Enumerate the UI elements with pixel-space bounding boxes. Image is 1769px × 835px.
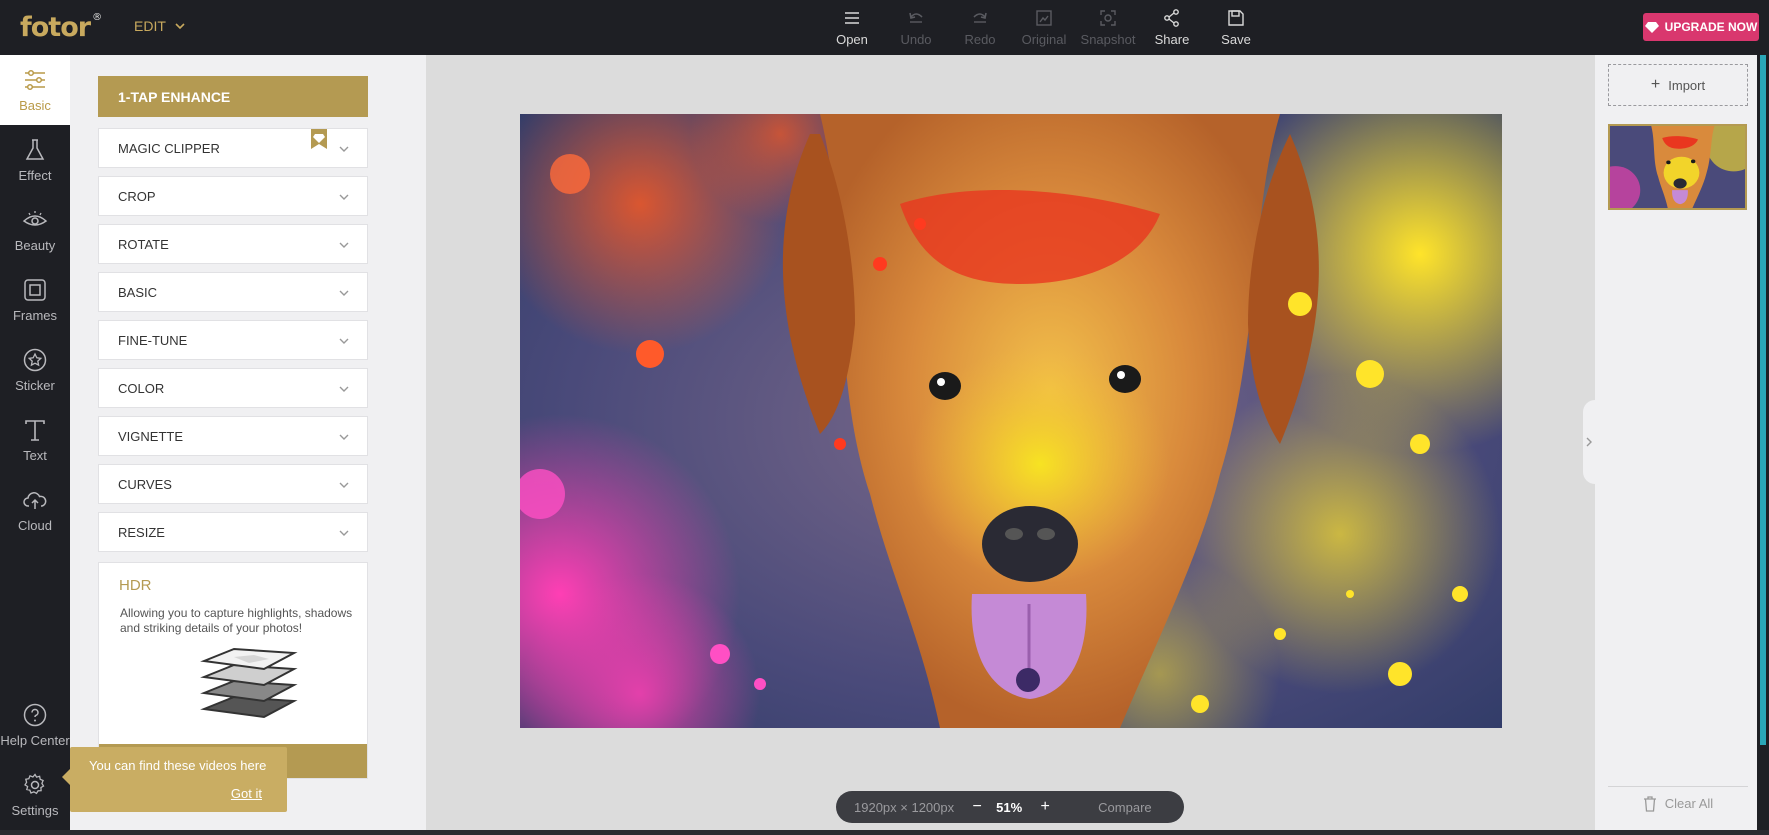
- help-videos-tooltip: You can find these videos here Got it: [62, 747, 287, 812]
- trash-icon: [1643, 795, 1656, 812]
- mode-label: EDIT: [134, 18, 166, 34]
- hdr-title: HDR: [119, 577, 152, 594]
- got-it-link[interactable]: Got it: [231, 786, 262, 801]
- open-button[interactable]: Open: [820, 8, 884, 47]
- compare-button[interactable]: Compare: [1098, 800, 1151, 815]
- section-curves[interactable]: CURVES: [98, 464, 368, 504]
- tooltip-text: You can find these videos here: [89, 758, 267, 773]
- chevron-down-icon: [339, 242, 349, 248]
- clear-all-button[interactable]: Clear All: [1608, 786, 1748, 820]
- save-button[interactable]: Save: [1204, 8, 1268, 47]
- chevron-down-icon: [175, 23, 185, 30]
- gear-icon: [24, 773, 45, 795]
- help-icon: [23, 703, 47, 727]
- photo-image: [520, 114, 1502, 728]
- chevron-down-icon: [339, 338, 349, 344]
- nav-cloud[interactable]: Cloud: [0, 475, 70, 545]
- fotor-logo[interactable]: fotor ®: [20, 12, 102, 43]
- section-fine-tune[interactable]: FINE-TUNE: [98, 320, 368, 360]
- snapshot-button[interactable]: Snapshot: [1076, 8, 1140, 47]
- zoom-in-button[interactable]: +: [1038, 798, 1052, 816]
- upgrade-now-button[interactable]: UPGRADE NOW: [1643, 13, 1759, 41]
- mode-menu[interactable]: EDIT: [134, 18, 186, 34]
- section-vignette[interactable]: VIGNETTE: [98, 416, 368, 456]
- undo-button[interactable]: Undo: [884, 8, 948, 47]
- thumbnail-image: [1610, 126, 1745, 208]
- nav-sticker[interactable]: Sticker: [0, 335, 70, 405]
- star-icon: [23, 348, 47, 372]
- nav-basic[interactable]: Basic: [0, 55, 70, 125]
- chevron-right-icon: [1586, 437, 1592, 447]
- chevron-down-icon: [339, 146, 349, 152]
- nav-settings[interactable]: Settings: [0, 760, 70, 830]
- nav-effect[interactable]: Effect: [0, 125, 70, 195]
- frame-icon: [24, 279, 46, 301]
- section-basic[interactable]: BASIC: [98, 272, 368, 312]
- section-magic-clipper[interactable]: MAGIC CLIPPER: [98, 128, 368, 168]
- image-thumbnail[interactable]: [1608, 124, 1747, 210]
- diamond-icon: [1644, 22, 1659, 33]
- flask-icon: [25, 139, 45, 160]
- section-color[interactable]: COLOR: [98, 368, 368, 408]
- menu-icon: [845, 12, 859, 24]
- zoom-out-button[interactable]: −: [970, 798, 984, 816]
- eye-icon: [22, 211, 48, 226]
- import-button[interactable]: + Import: [1608, 64, 1748, 106]
- image-dimensions: 1920px × 1200px: [854, 799, 955, 815]
- left-nav: Basic Effect Beauty Frames Sticker Text …: [0, 55, 70, 830]
- section-rotate[interactable]: ROTATE: [98, 224, 368, 264]
- basic-panel: 1-TAP ENHANCE MAGIC CLIPPER CROP ROTATE …: [70, 55, 426, 830]
- chevron-down-icon: [339, 290, 349, 296]
- right-panel: + Import Clear All: [1595, 55, 1757, 830]
- share-button[interactable]: Share: [1140, 8, 1204, 47]
- undo-icon: [909, 12, 923, 23]
- text-icon: [25, 420, 45, 441]
- one-tap-enhance-button[interactable]: 1-TAP ENHANCE: [98, 76, 368, 117]
- plus-icon: +: [1650, 76, 1661, 93]
- redo-icon: [973, 12, 987, 23]
- bottom-edge: [0, 830, 1769, 835]
- original-button[interactable]: Original: [1012, 8, 1076, 47]
- cloud-icon: [23, 492, 47, 509]
- image-icon: [1036, 10, 1052, 26]
- section-crop[interactable]: CROP: [98, 176, 368, 216]
- redo-button[interactable]: Redo: [948, 8, 1012, 47]
- share-icon: [1164, 9, 1179, 27]
- collapse-right-panel-tab[interactable]: [1583, 400, 1595, 484]
- nav-text[interactable]: Text: [0, 405, 70, 475]
- nav-help-center[interactable]: Help Center: [0, 690, 70, 760]
- save-icon: [1228, 10, 1244, 26]
- chevron-down-icon: [339, 530, 349, 536]
- chevron-down-icon: [339, 194, 349, 200]
- scrollbar-thumb[interactable]: [1760, 55, 1766, 745]
- zoom-status-bar: 1920px × 1200px − 51% + Compare: [836, 791, 1184, 823]
- window-scrollbar[interactable]: [1757, 55, 1769, 830]
- nav-beauty[interactable]: Beauty: [0, 195, 70, 265]
- layers-illustration: [200, 647, 298, 719]
- toolbar: Open Undo Redo Original Snapshot Share S…: [820, 8, 1268, 47]
- premium-badge-icon: [311, 129, 327, 149]
- sliders-icon: [25, 69, 45, 91]
- chevron-down-icon: [339, 482, 349, 488]
- zoom-level: 51%: [996, 799, 1023, 815]
- canvas-area: 1920px × 1200px − 51% + Compare: [426, 55, 1595, 830]
- chevron-down-icon: [339, 386, 349, 392]
- nav-frames[interactable]: Frames: [0, 265, 70, 335]
- dog-photo[interactable]: [520, 114, 1502, 728]
- section-resize[interactable]: RESIZE: [98, 512, 368, 552]
- top-bar: fotor ® EDIT Open Undo Redo Original Snap…: [0, 0, 1769, 55]
- hdr-description: Allowing you to capture highlights, shad…: [120, 606, 353, 635]
- snapshot-icon: [1100, 10, 1116, 26]
- chevron-down-icon: [339, 434, 349, 440]
